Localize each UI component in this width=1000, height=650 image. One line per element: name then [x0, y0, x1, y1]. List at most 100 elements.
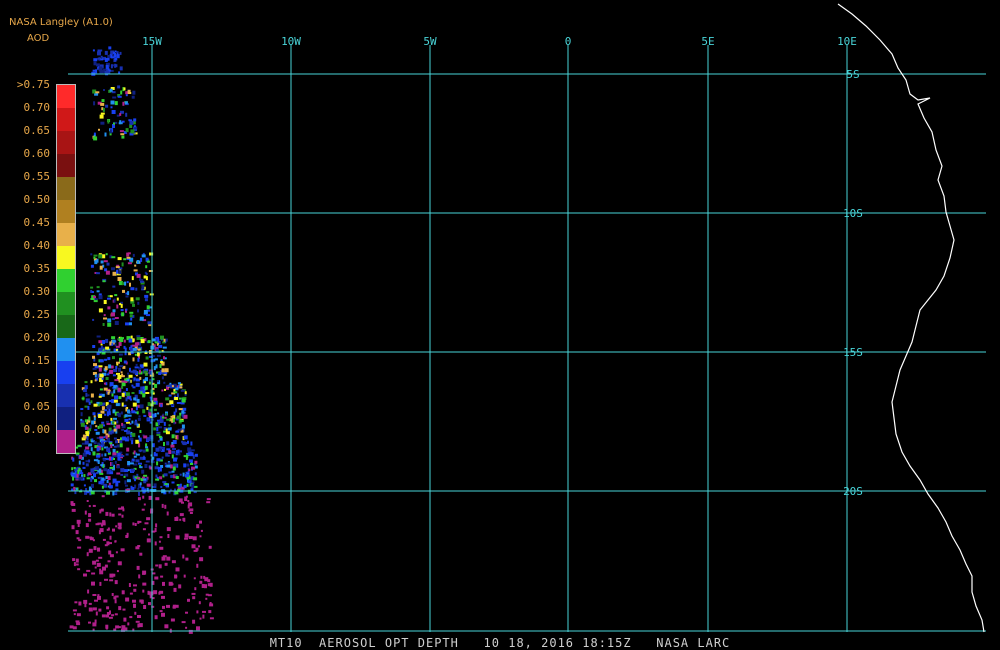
- aerosol-pixel: [93, 136, 98, 141]
- aerosol-pixel: [116, 304, 119, 309]
- aerosol-pixel: [205, 597, 208, 600]
- aerosol-pixel: [132, 522, 135, 526]
- aerosol-pixel: [80, 412, 83, 417]
- aerosol-pixel: [84, 440, 89, 445]
- aerosol-pixel: [133, 463, 138, 466]
- aerosol-pixel: [73, 613, 76, 616]
- aerosol-pixel: [159, 418, 164, 423]
- aerosol-pixel: [85, 535, 90, 539]
- aerosol-pixel: [135, 382, 140, 387]
- aerosol-pixel: [191, 544, 196, 549]
- aerosol-pixel: [136, 477, 140, 480]
- aerosol-pixel: [106, 422, 111, 425]
- aerosol-pixel: [103, 599, 108, 603]
- aerosol-pixel: [143, 435, 148, 439]
- legend-swatch: [57, 315, 75, 338]
- aerosol-pixel: [173, 587, 177, 592]
- aerosol-pixel: [147, 402, 151, 407]
- aerosol-pixel: [109, 512, 112, 517]
- aerosol-pixel: [186, 463, 190, 467]
- aerosol-pixel: [103, 260, 108, 263]
- aerosol-pixel: [101, 421, 105, 424]
- aerosol-pixel: [116, 472, 121, 475]
- aerosol-pixel: [104, 413, 107, 416]
- aerosol-pixel: [152, 355, 156, 358]
- aerosol-pixel: [129, 120, 134, 125]
- aerosol-pixel: [127, 372, 130, 375]
- aerosol-pixel: [146, 291, 150, 294]
- aerosol-pixel: [194, 453, 198, 457]
- aerosol-pixel: [116, 51, 119, 54]
- aerosol-pixel: [73, 467, 76, 469]
- aerosol-pixel: [74, 601, 78, 604]
- legend-label: 0.40: [23, 239, 51, 252]
- aerosol-pixel: [70, 483, 74, 487]
- aerosol-pixel: [94, 479, 97, 483]
- aerosol-pixel: [88, 621, 91, 624]
- aerosol-pixel: [138, 491, 140, 496]
- aerosol-pixel: [140, 257, 143, 262]
- aerosol-pixel: [104, 453, 107, 457]
- aerosol-pixel: [114, 540, 117, 543]
- aerosol-pixel: [144, 294, 149, 298]
- aerosol-pixel: [175, 476, 179, 479]
- aerosol-pixel: [139, 552, 143, 556]
- aerosol-pixel: [96, 290, 100, 293]
- aerosol-pixel: [93, 101, 96, 106]
- aerosol-pixel: [107, 404, 112, 409]
- aerosol-pixel: [108, 364, 112, 369]
- aerosol-pixel: [79, 476, 83, 480]
- aerosol-pixel: [125, 535, 129, 538]
- aerosol-pixel: [118, 380, 122, 383]
- aerosol-pixel: [104, 358, 108, 361]
- aerosol-pixel: [92, 467, 97, 470]
- aerosol-pixel: [118, 606, 122, 611]
- aerosol-pixel: [155, 364, 158, 369]
- aerosol-pixel: [117, 277, 122, 281]
- aerosol-pixel: [135, 297, 140, 301]
- aerosol-pixel: [180, 402, 185, 405]
- aerosol-pixel: [119, 440, 123, 444]
- aerosol-pixel: [138, 449, 143, 452]
- aerosol-pixel: [118, 367, 121, 372]
- aerosol-pixel: [199, 617, 202, 620]
- aerosol-pixel: [117, 95, 122, 98]
- aerosol-pixel: [134, 366, 139, 369]
- aerosol-pixel: [116, 53, 119, 56]
- aerosol-pixel: [95, 523, 100, 526]
- aerosol-pixel: [162, 413, 165, 416]
- aerosol-pixel: [99, 265, 103, 270]
- aerosol-pixel: [164, 416, 167, 419]
- aerosol-pixel: [183, 574, 186, 578]
- aerosol-pixel: [102, 442, 105, 446]
- legend-label: 0.10: [23, 377, 51, 390]
- aerosol-pixel: [129, 462, 134, 465]
- aerosol-pixel: [142, 528, 146, 531]
- aerosol-pixel: [142, 393, 146, 397]
- legend-label: 0.05: [23, 400, 51, 413]
- aerosol-pixel: [168, 450, 172, 454]
- aerosol-pixel: [101, 477, 105, 481]
- aerosol-pixel: [171, 560, 176, 564]
- aerosol-pixel: [127, 89, 131, 94]
- aerosol-pixel: [140, 339, 145, 344]
- aerosol-pixel: [113, 51, 115, 54]
- aerosol-pixel: [104, 544, 108, 547]
- aerosol-pixel: [107, 391, 110, 395]
- aerosol-pixel: [123, 258, 127, 261]
- aerosol-pixel: [172, 466, 176, 471]
- aerosol-pixel: [98, 414, 103, 418]
- aerosol-pixel: [130, 287, 135, 291]
- aerosol-pixel: [78, 460, 81, 465]
- aerosol-pixel: [95, 431, 100, 435]
- aerosol-pixel: [145, 448, 149, 452]
- aerosol-pixel: [161, 372, 165, 375]
- aerosol-pixel: [127, 291, 130, 296]
- aerosol-pixel: [80, 418, 83, 421]
- aerosol-pixel: [90, 380, 93, 384]
- aerosol-pixel: [165, 428, 168, 432]
- aerosol-pixel: [127, 396, 130, 400]
- aerosol-pixel: [163, 473, 168, 477]
- aerosol-pixel: [106, 470, 110, 475]
- aerosol-pixel: [108, 616, 113, 619]
